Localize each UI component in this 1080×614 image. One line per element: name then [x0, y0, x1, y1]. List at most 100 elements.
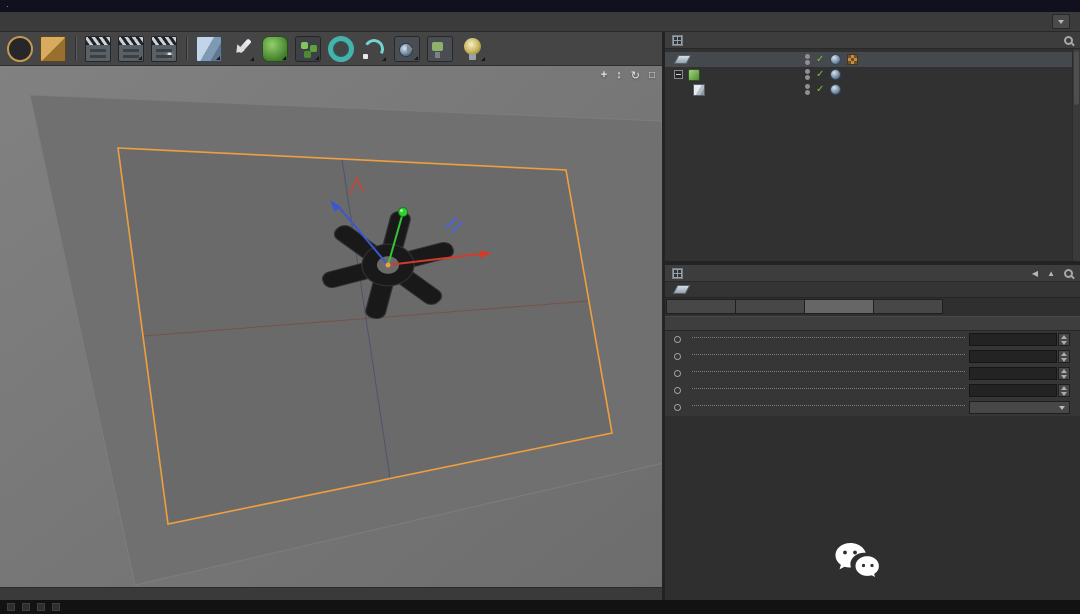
keyframe-circle-icon[interactable]	[674, 353, 681, 360]
object-tree	[665, 49, 1080, 261]
dropdown-corner-icon	[382, 57, 386, 61]
keyframe-circle-icon[interactable]	[674, 370, 681, 377]
attribute-menubar	[665, 265, 1080, 282]
torus-icon[interactable]	[328, 36, 354, 62]
instance-icon[interactable]	[295, 36, 321, 62]
tab-phong[interactable]	[873, 299, 943, 314]
collapse-expander-icon[interactable]	[674, 70, 683, 79]
dolly-icon[interactable]	[616, 69, 622, 82]
phong-tag-icon[interactable]	[830, 84, 841, 95]
viewport-canvas	[0, 66, 662, 587]
width-input[interactable]	[970, 334, 1056, 345]
render-settings-icon[interactable]	[151, 36, 177, 62]
panel-grid-icon[interactable]	[672, 268, 683, 279]
toolbar-divider	[186, 37, 187, 61]
statusbar-icon[interactable]	[22, 603, 30, 611]
phong-tag-icon[interactable]	[830, 69, 841, 80]
pan-icon[interactable]	[601, 69, 607, 82]
layout-dropdown[interactable]	[1052, 14, 1070, 29]
search-icon[interactable]	[1064, 36, 1073, 45]
stage-icon[interactable]	[427, 36, 453, 62]
height-segments-stepper[interactable]	[1058, 384, 1070, 397]
title-bar	[0, 0, 1080, 12]
om-menubar-right	[1064, 36, 1073, 45]
attribute-title-row	[665, 282, 1080, 298]
enable-check-icon[interactable]	[816, 70, 824, 80]
primitive-cube-icon[interactable]	[196, 36, 222, 62]
prop-row-height-segments	[665, 382, 1080, 399]
section-object-properties[interactable]	[665, 316, 1080, 331]
dotted-leader	[692, 371, 965, 372]
height-segments-input[interactable]	[970, 385, 1056, 396]
statusbar-icon[interactable]	[7, 603, 15, 611]
gear-icon	[165, 50, 174, 59]
dotted-leader	[692, 354, 965, 355]
enable-check-icon[interactable]	[816, 85, 824, 95]
width-stepper[interactable]	[1058, 333, 1070, 346]
visibility-dots-icon[interactable]	[805, 69, 810, 80]
dotted-leader	[692, 405, 965, 406]
object-row-extrude[interactable]	[665, 67, 1080, 82]
visibility-dots-icon[interactable]	[805, 84, 810, 95]
z-plugin-icon[interactable]	[7, 36, 33, 62]
width-segments-field	[969, 367, 1057, 380]
height-input[interactable]	[970, 351, 1056, 362]
axis-cube-icon[interactable]	[40, 36, 66, 62]
statusbar-icon[interactable]	[37, 603, 45, 611]
camera-icon[interactable]	[394, 36, 420, 62]
prop-row-width-segments	[665, 365, 1080, 382]
enable-check-icon[interactable]	[816, 55, 824, 65]
wechat-icon	[834, 541, 882, 583]
plane-object-icon	[674, 55, 692, 64]
plane-object-icon	[673, 285, 691, 294]
keyframe-circle-icon[interactable]	[674, 404, 681, 411]
parent-up-icon[interactable]	[1047, 267, 1055, 279]
spline-arc-icon[interactable]	[361, 36, 387, 62]
subdivision-surface-icon[interactable]	[262, 36, 288, 62]
am-menubar-right	[1032, 267, 1073, 279]
viewport-info-bar	[0, 587, 662, 600]
menu-bar-right	[1044, 14, 1070, 29]
dropdown-corner-icon	[414, 56, 418, 60]
history-back-icon[interactable]	[1032, 267, 1038, 279]
left-column	[0, 32, 662, 600]
keyframe-circle-icon[interactable]	[674, 336, 681, 343]
rotate-icon[interactable]	[631, 69, 640, 82]
light-icon[interactable]	[460, 36, 486, 62]
toolbar-divider	[75, 37, 76, 61]
texture-tag-icon[interactable]	[847, 54, 858, 65]
height-stepper[interactable]	[1058, 350, 1070, 363]
prop-row-width	[665, 331, 1080, 348]
panel-grid-icon[interactable]	[672, 35, 683, 46]
main-toolbar	[0, 32, 662, 66]
dotted-leader	[692, 337, 965, 338]
object-manager-menubar	[665, 32, 1080, 49]
main-content	[0, 32, 1080, 600]
render-picture-viewer-icon[interactable]	[118, 36, 144, 62]
width-segments-stepper[interactable]	[1058, 367, 1070, 380]
dropdown-corner-icon	[138, 56, 142, 60]
object-row-controls	[805, 52, 858, 67]
visibility-dots-icon[interactable]	[805, 54, 810, 65]
object-row-cube[interactable]	[665, 82, 1080, 97]
watermark	[834, 541, 891, 583]
keyframe-circle-icon[interactable]	[674, 387, 681, 394]
tab-object[interactable]	[804, 299, 874, 314]
search-icon[interactable]	[1064, 269, 1073, 278]
phong-tag-icon[interactable]	[830, 54, 841, 65]
toggle-view-icon[interactable]	[649, 69, 655, 82]
render-view-icon[interactable]	[85, 36, 111, 62]
right-column	[665, 32, 1080, 600]
orientation-dropdown[interactable]	[969, 401, 1070, 414]
tab-basic[interactable]	[666, 299, 736, 314]
object-row-plane[interactable]	[665, 52, 1080, 67]
viewport[interactable]	[0, 66, 662, 587]
width-segments-input[interactable]	[970, 368, 1056, 379]
tab-coordinates[interactable]	[735, 299, 805, 314]
attribute-tabs	[665, 298, 1080, 316]
chevron-down-icon	[1059, 406, 1065, 413]
spline-pen-icon[interactable]	[229, 36, 255, 62]
statusbar-icon[interactable]	[52, 603, 60, 611]
object-tree-scrollbar[interactable]	[1072, 49, 1080, 261]
bottom-bar	[0, 600, 1080, 614]
